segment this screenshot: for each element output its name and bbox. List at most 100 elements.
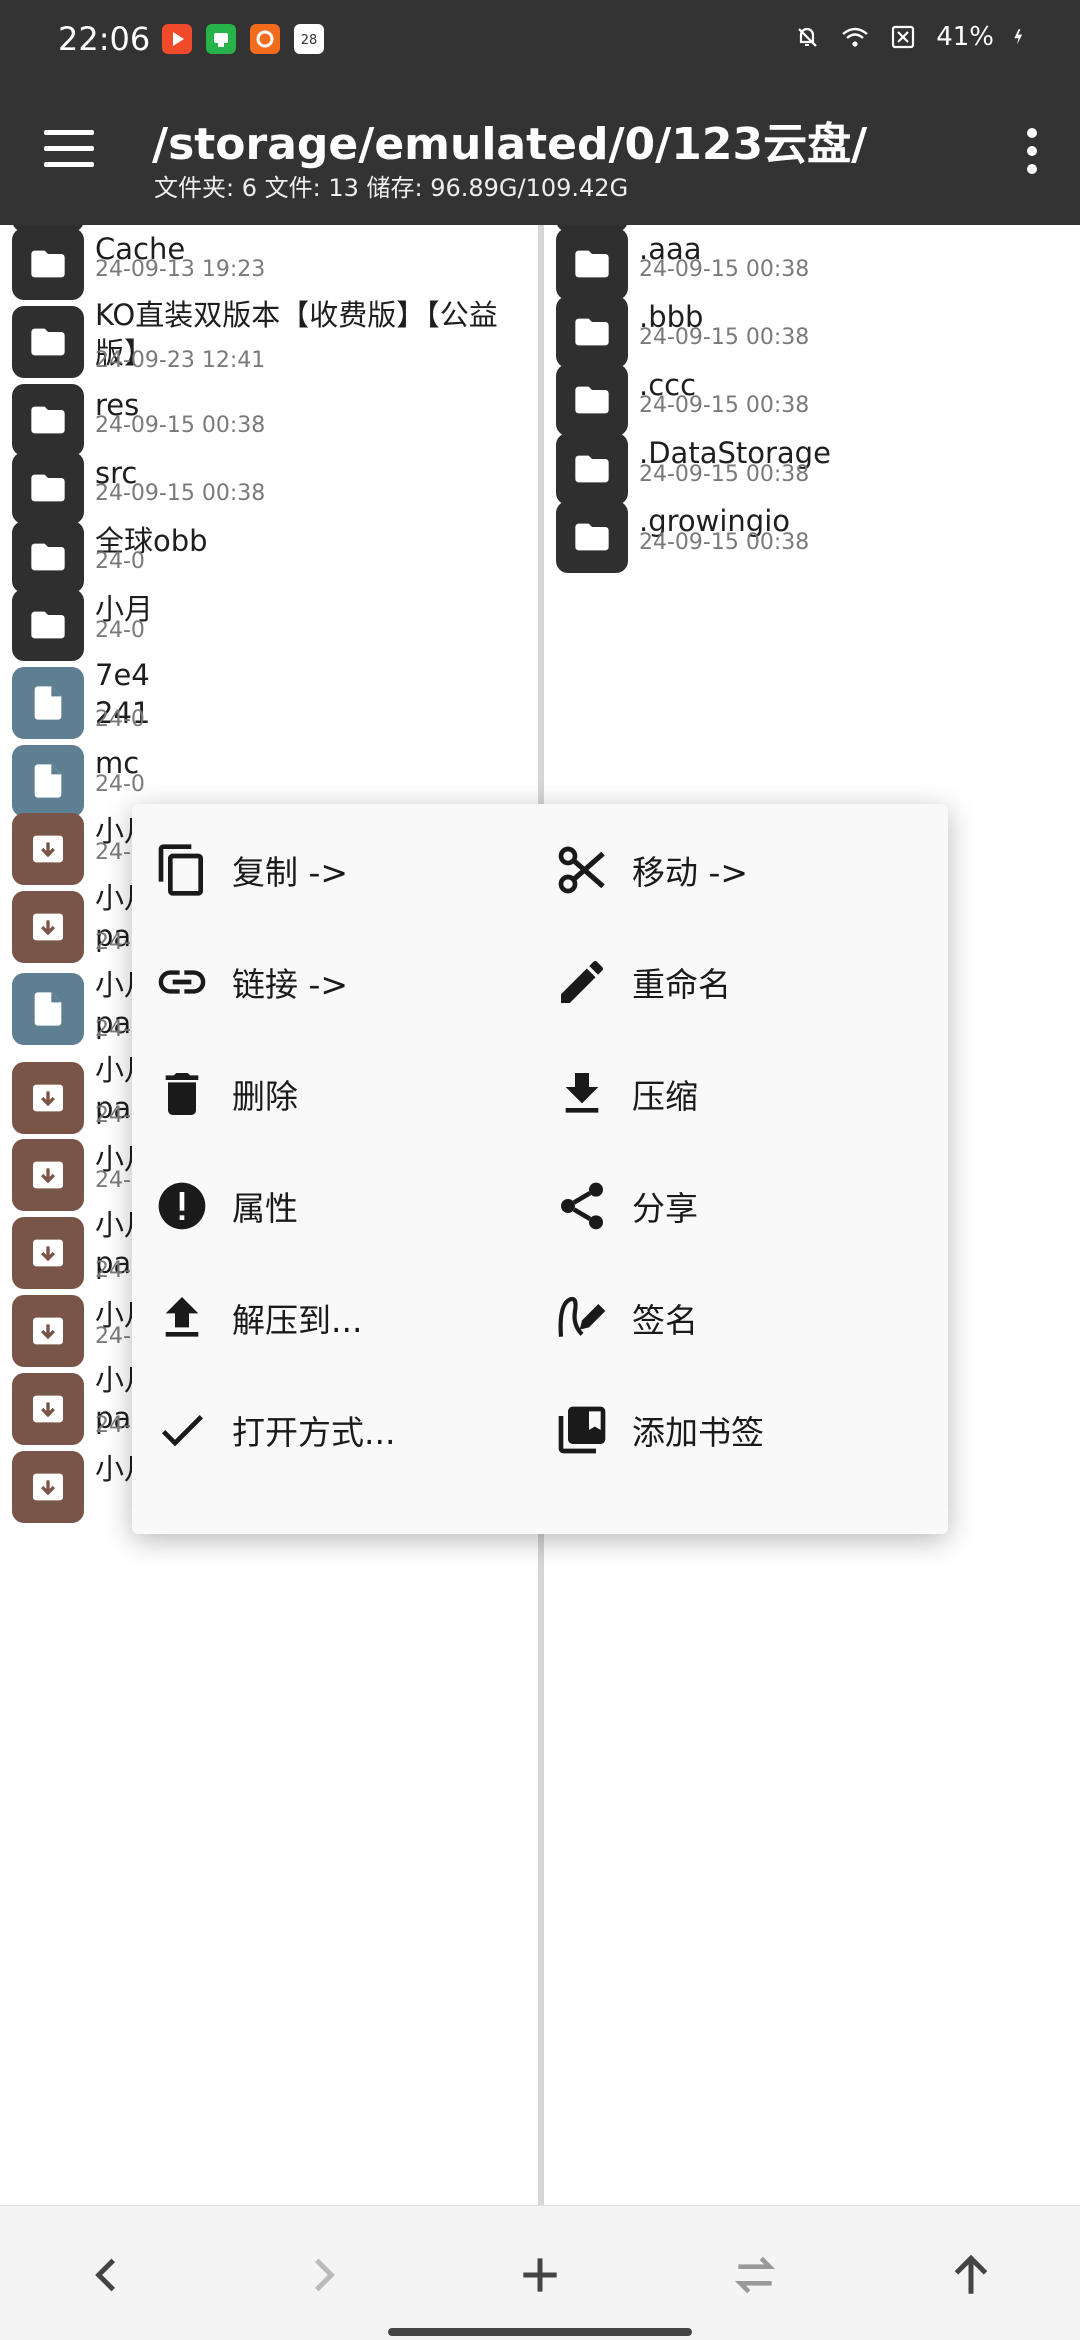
gesture-home-indicator[interactable]: [388, 2328, 692, 2336]
zip-icon: [12, 891, 84, 963]
bookmark-menu-item[interactable]: 添加书签: [532, 1374, 932, 1486]
folder-icon: [12, 521, 84, 593]
mute-bell-icon: [798, 27, 817, 47]
back-button[interactable]: [82, 2250, 132, 2300]
video-app-icon: [162, 24, 192, 54]
file-meta: 24-09-15 00:38: [639, 530, 810, 555]
upload-icon: [165, 1297, 199, 1337]
file-name: 7e4 241: [95, 658, 151, 730]
folder-icon: [556, 433, 628, 505]
forward-button[interactable]: [298, 2250, 348, 2300]
file-context-menu: 复制 -> 移动 -> 链接 -> 重命名 删除 压缩 属性 分享 解压到...…: [132, 804, 948, 1534]
file-meta: 24-0: [95, 618, 145, 643]
doc-icon: [12, 973, 84, 1045]
file-meta: 24-09-15 00:38: [639, 325, 810, 350]
swap-icon: [734, 2256, 776, 2294]
file-name: mc: [95, 746, 140, 780]
sign-menu-item[interactable]: 签名: [532, 1262, 932, 1374]
delete-menu-item[interactable]: 删除: [132, 1038, 532, 1150]
move-menu-item[interactable]: 移动 ->: [532, 814, 932, 926]
app-header: 22:06 28 41% /storage/emulated/0/123云盘/ …: [0, 0, 1080, 225]
open-with-menu-item[interactable]: 打开方式...: [132, 1374, 532, 1486]
folder-icon: [556, 501, 628, 573]
folder-icon: [12, 228, 84, 300]
open-with-label: 打开方式...: [232, 1413, 396, 1452]
folder-icon: [12, 589, 84, 661]
calendar-28-icon: 28: [294, 24, 324, 54]
file-meta: 24-0: [95, 549, 145, 574]
share-icon: [561, 1182, 603, 1230]
overflow-menu-button[interactable]: [1024, 128, 1040, 176]
compress-label: 压缩: [632, 1077, 698, 1116]
status-right: 41%: [792, 22, 1030, 52]
file-meta: 24-09-13 19:23: [95, 257, 266, 282]
link-icon: [158, 970, 206, 994]
wifi-icon: [842, 27, 868, 47]
message-app-icon: [206, 24, 236, 54]
bookmark-label: 添加书签: [632, 1413, 764, 1452]
folder-icon: [556, 296, 628, 368]
zip-icon: [12, 1451, 84, 1523]
file-meta: 24-0: [95, 772, 145, 797]
file-name: 小月: [95, 592, 154, 626]
copy-label: 复制 ->: [232, 853, 349, 892]
extract-label: 解压到...: [232, 1301, 363, 1340]
file-name: 全球obb: [95, 524, 208, 558]
copy-icon: [158, 844, 203, 896]
zip-icon: [12, 1062, 84, 1134]
download-icon: [565, 1073, 599, 1113]
zip-icon: [12, 1217, 84, 1289]
scissors-icon: [558, 846, 605, 894]
properties-label: 属性: [232, 1189, 298, 1228]
delete-label: 删除: [232, 1077, 298, 1116]
file-meta: 24-09-15 00:38: [639, 393, 810, 418]
drawer-menu-button[interactable]: [44, 130, 96, 170]
share-menu-item[interactable]: 分享: [532, 1150, 932, 1262]
battery-percent: 41%: [936, 22, 994, 52]
compress-menu-item[interactable]: 压缩: [532, 1038, 932, 1150]
go-up-button[interactable]: [946, 2250, 996, 2300]
pencil-icon: [561, 960, 603, 1003]
back-icon: [95, 2258, 116, 2292]
properties-menu-item[interactable]: 属性: [132, 1150, 532, 1262]
folder-icon: [556, 364, 628, 436]
charging-icon: [1014, 29, 1023, 45]
zip-icon: [12, 1295, 84, 1367]
file-meta: 24-0: [95, 707, 145, 732]
folder-icon: [556, 228, 628, 300]
shop-app-icon: [250, 24, 280, 54]
trash-icon: [165, 1073, 199, 1115]
file-meta: 24-09-15 00:38: [639, 462, 810, 487]
copy-menu-item[interactable]: 复制 ->: [132, 814, 532, 926]
status-bar: 22:06 28 41%: [0, 0, 1080, 84]
swap-panes-button[interactable]: [730, 2250, 780, 2300]
current-path: /storage/emulated/0/123云盘/: [152, 119, 868, 170]
folder-icon: [12, 306, 84, 378]
zip-icon: [12, 1373, 84, 1445]
link-menu-item[interactable]: 链接 ->: [132, 926, 532, 1038]
zip-icon: [12, 1139, 84, 1211]
forward-icon: [314, 2258, 335, 2292]
sign-label: 签名: [632, 1301, 698, 1340]
zip-icon: [12, 813, 84, 885]
info-alert-icon: [158, 1182, 206, 1230]
signature-icon: [558, 1296, 606, 1337]
storage-summary: 文件夹: 6 文件: 13 储存: 96.89G/109.42G: [154, 174, 629, 202]
folder-icon: [12, 384, 84, 456]
bookmarks-icon: [558, 1406, 606, 1454]
add-button[interactable]: [515, 2250, 565, 2300]
doc-icon: [12, 667, 84, 739]
calendar-day: 28: [300, 33, 318, 48]
bottom-toolbar: [0, 2205, 1080, 2340]
share-label: 分享: [632, 1189, 698, 1228]
file-meta: 24-09-15 00:38: [95, 481, 266, 506]
file-meta: 24-09-15 00:38: [95, 413, 266, 438]
extract-menu-item[interactable]: 解压到...: [132, 1262, 532, 1374]
rename-label: 重命名: [632, 965, 731, 1004]
rename-menu-item[interactable]: 重命名: [532, 926, 932, 1038]
up-icon: [954, 2254, 988, 2294]
doc-icon: [12, 745, 84, 817]
folder-icon: [12, 452, 84, 524]
check-icon: [161, 1415, 203, 1447]
add-icon: [523, 2258, 557, 2292]
